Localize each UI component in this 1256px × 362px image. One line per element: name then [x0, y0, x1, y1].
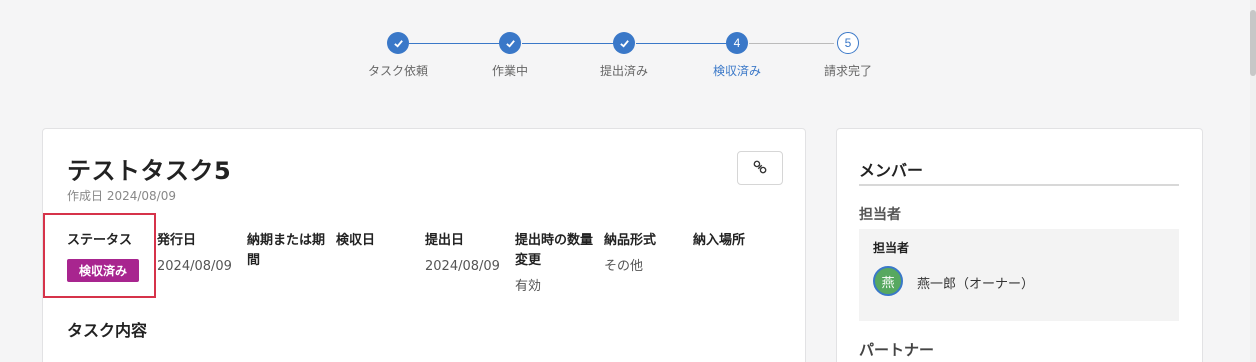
partner-heading: パートナー — [859, 341, 935, 359]
avatar[interactable]: 燕 — [873, 266, 903, 296]
field-label: 納入場所 — [693, 233, 746, 248]
assignee-heading: 担当者 — [859, 207, 901, 223]
check-icon — [613, 32, 635, 54]
check-icon — [387, 32, 409, 54]
field-qty-change: 提出時の数量変更 有効 — [515, 231, 597, 295]
step-number: 5 — [837, 32, 859, 54]
field-label: 納期または期間 — [247, 233, 326, 268]
link-icon — [753, 159, 767, 178]
field-accept-date: 検収日 — [336, 231, 426, 259]
step-label: 作業中 — [491, 64, 528, 78]
step-label: 請求完了 — [823, 64, 872, 78]
step-invoiced: 5 請求完了 — [808, 32, 888, 79]
field-label: 発行日 — [157, 233, 197, 248]
field-label: 提出時の数量変更 — [515, 233, 594, 268]
task-content-heading: タスク内容 — [67, 321, 148, 340]
step-number: 4 — [726, 32, 748, 54]
field-deadline: 納期または期間 — [247, 231, 331, 279]
field-value: 2024/08/09 — [157, 259, 232, 274]
field-label: 検収日 — [336, 233, 376, 248]
page-scrollbar[interactable] — [1250, 0, 1256, 362]
assignee-name: 燕一郎（オーナー） — [917, 277, 1035, 292]
field-label: 提出日 — [425, 233, 465, 248]
field-label: 納品形式 — [604, 233, 657, 248]
step-label: 検収済み — [712, 64, 761, 78]
task-title: テストタスク5 — [67, 157, 232, 185]
field-label: ステータス — [67, 233, 133, 248]
field-value: 有効 — [515, 279, 542, 294]
step-label: 提出済み — [599, 64, 648, 78]
field-place: 納入場所 — [693, 231, 783, 259]
created-date: 作成日 2024/08/09 — [67, 189, 176, 203]
field-issue-date: 発行日 2024/08/09 — [157, 231, 247, 275]
members-card: メンバー 担当者 担当者 燕 燕一郎（オーナー） パートナー — [836, 128, 1203, 362]
copy-link-button[interactable] — [737, 151, 783, 185]
field-status: ステータス 検収済み — [67, 231, 157, 282]
task-card: テストタスク5 作成日 2024/08/09 ステータス 検収済み 発行日 20… — [42, 128, 806, 362]
assignee-label: 担当者 — [873, 241, 910, 255]
scrollbar-thumb[interactable] — [1250, 10, 1256, 76]
progress-stepper: タスク依頼 作業中 提出済み 4 検収済み 5 請求完了 — [360, 32, 880, 82]
field-value: 2024/08/09 — [425, 259, 500, 274]
step-in-progress: 作業中 — [470, 32, 550, 79]
status-badge: 検収済み — [67, 259, 140, 282]
field-submit-date: 提出日 2024/08/09 — [425, 231, 515, 275]
step-task-request: タスク依頼 — [358, 32, 438, 79]
field-format: 納品形式 その他 — [604, 231, 694, 275]
step-label: タスク依頼 — [367, 64, 428, 78]
assignee-box: 担当者 燕 燕一郎（オーナー） — [859, 229, 1179, 321]
divider — [859, 184, 1179, 186]
step-accepted: 4 検収済み — [697, 32, 777, 79]
step-submitted: 提出済み — [584, 32, 664, 79]
check-icon — [499, 32, 521, 54]
members-title: メンバー — [859, 161, 924, 180]
field-value: その他 — [604, 259, 644, 274]
